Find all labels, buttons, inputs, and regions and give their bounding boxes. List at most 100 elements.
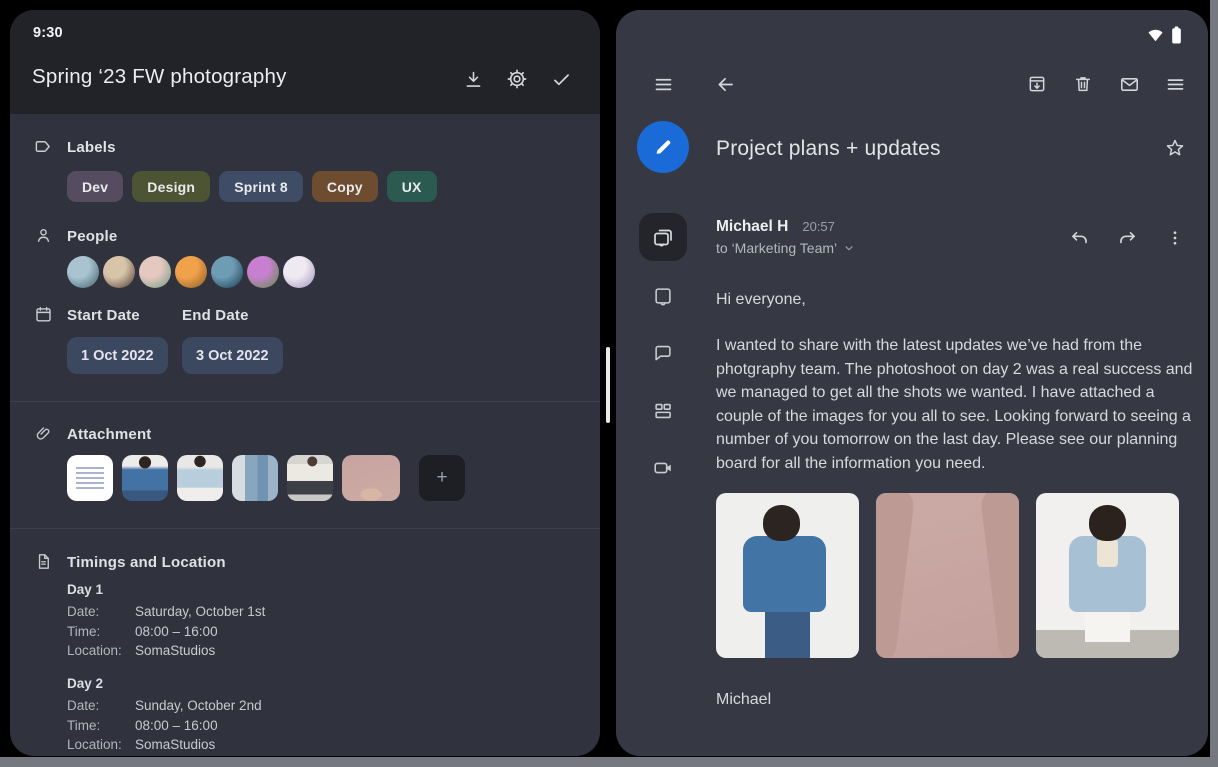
delete-icon[interactable] bbox=[1072, 73, 1094, 95]
message-actions bbox=[1068, 227, 1186, 249]
reply-icon[interactable] bbox=[1068, 227, 1090, 249]
lines-icon[interactable] bbox=[1164, 73, 1186, 95]
attachment-thumb-blue-blouse[interactable] bbox=[122, 455, 168, 501]
start-date-chip[interactable]: 1 Oct 2022 bbox=[67, 337, 168, 374]
attachment-thumb-pink-sweater[interactable] bbox=[342, 455, 400, 501]
document-icon bbox=[34, 552, 53, 571]
attachment-thumbs bbox=[67, 455, 400, 501]
label-icon bbox=[34, 137, 53, 156]
forward-icon[interactable] bbox=[1116, 227, 1138, 249]
attachment-thumb-seated-person[interactable] bbox=[287, 455, 333, 501]
avatar-member-3[interactable] bbox=[139, 256, 171, 288]
row-value: SomaStudios bbox=[135, 735, 215, 755]
day-1-block: Day 1 Date:Saturday, October 1st Time:08… bbox=[67, 582, 547, 661]
email-timestamp: 20:57 bbox=[802, 219, 835, 234]
task-detail-panel: 9:30 Spring ‘23 FW photography Labels De… bbox=[10, 10, 600, 756]
compose-button[interactable] bbox=[637, 121, 689, 173]
section-divider bbox=[10, 528, 600, 529]
day-name: Day 2 bbox=[67, 676, 547, 691]
recipient-toggle[interactable]: to ‘Marketing Team’ bbox=[716, 240, 855, 256]
row-label: Location: bbox=[67, 735, 135, 755]
back-arrow-icon[interactable] bbox=[714, 73, 736, 95]
sender-name: Michael H bbox=[716, 218, 788, 236]
day-2-block: Day 2 Date:Sunday, October 2nd Time:08:0… bbox=[67, 676, 547, 755]
rail-item-mail-selected[interactable] bbox=[639, 213, 687, 261]
email-signature: Michael bbox=[716, 691, 771, 709]
label-chip-dev[interactable]: Dev bbox=[67, 171, 123, 202]
meet-camera-icon bbox=[652, 457, 674, 479]
label-chip-ux[interactable]: UX bbox=[387, 171, 437, 202]
person-head bbox=[1089, 505, 1126, 541]
row-value: Saturday, October 1st bbox=[135, 602, 265, 622]
archive-icon[interactable] bbox=[1026, 73, 1048, 95]
screen: 9:30 Spring ‘23 FW photography Labels De… bbox=[0, 0, 1218, 767]
sleeve bbox=[876, 493, 915, 658]
inbox-icon bbox=[652, 285, 674, 307]
row-label: Location: bbox=[67, 641, 135, 661]
label-chip-sprint-8[interactable]: Sprint 8 bbox=[219, 171, 303, 202]
person-icon bbox=[34, 226, 53, 245]
avatar-member-2[interactable] bbox=[103, 256, 135, 288]
row-value: 08:00 – 16:00 bbox=[135, 716, 218, 736]
timings-section-title: Timings and Location bbox=[67, 554, 226, 571]
attachment-thumb-denim-detail[interactable] bbox=[232, 455, 278, 501]
check-icon[interactable] bbox=[550, 68, 572, 90]
labels-section-title: Labels bbox=[67, 139, 116, 156]
avatar-member-1[interactable] bbox=[67, 256, 99, 288]
section-divider bbox=[10, 401, 600, 402]
person-inner bbox=[1097, 539, 1117, 567]
end-date-label: End Date bbox=[182, 307, 249, 324]
attachment-thumb-light-shirt[interactable] bbox=[177, 455, 223, 501]
attachment-section-title: Attachment bbox=[67, 426, 152, 443]
end-date-chip[interactable]: 3 Oct 2022 bbox=[182, 337, 283, 374]
email-image-denim-shirt[interactable] bbox=[1036, 493, 1179, 658]
avatar-member-5[interactable] bbox=[211, 256, 243, 288]
page-title: Spring ‘23 FW photography bbox=[32, 65, 287, 89]
label-chip-row: Dev Design Sprint 8 Copy UX bbox=[67, 171, 437, 202]
email-subject: Project plans + updates bbox=[716, 137, 941, 161]
split-view-drag-handle[interactable] bbox=[606, 347, 610, 423]
attachment-thumb-document[interactable] bbox=[67, 455, 113, 501]
email-image-blue-wrap-top[interactable] bbox=[716, 493, 859, 658]
row-value: SomaStudios bbox=[135, 641, 215, 661]
row-label: Date: bbox=[67, 602, 135, 622]
rail-item-spaces[interactable] bbox=[652, 400, 674, 422]
people-avatars bbox=[67, 256, 315, 288]
start-date-label: Start Date bbox=[67, 307, 140, 324]
add-attachment-button[interactable]: + bbox=[419, 455, 465, 501]
rail-item-meet[interactable] bbox=[652, 457, 674, 479]
person-torso bbox=[743, 536, 826, 612]
calendar-icon bbox=[34, 305, 53, 324]
label-chip-copy[interactable]: Copy bbox=[312, 171, 378, 202]
settings-gear-icon[interactable] bbox=[506, 68, 528, 90]
menu-icon[interactable] bbox=[652, 73, 674, 95]
pencil-icon bbox=[652, 136, 674, 158]
document-lines bbox=[76, 467, 104, 491]
person-head bbox=[763, 505, 800, 541]
status-bar-icons bbox=[1147, 26, 1182, 44]
recipient-label: to ‘Marketing Team’ bbox=[716, 240, 837, 256]
wifi-icon bbox=[1147, 28, 1164, 43]
email-panel: Project plans + updates bbox=[616, 10, 1208, 756]
paperclip-icon bbox=[34, 424, 53, 443]
label-chip-design[interactable]: Design bbox=[132, 171, 210, 202]
download-icon[interactable] bbox=[462, 68, 484, 90]
window-edge-right bbox=[1210, 0, 1218, 767]
avatar-member-4[interactable] bbox=[175, 256, 207, 288]
avatar-member-7[interactable] bbox=[283, 256, 315, 288]
mail-icon[interactable] bbox=[1118, 73, 1140, 95]
mail-toolbar-right bbox=[1026, 73, 1186, 95]
mail-toolbar-left bbox=[652, 73, 736, 95]
task-header-actions bbox=[462, 68, 572, 90]
chat-icon bbox=[652, 342, 674, 364]
email-paragraph: I wanted to share with the latest update… bbox=[716, 334, 1200, 475]
rail-item-chat[interactable] bbox=[652, 342, 674, 364]
email-image-pink-sweater-closeup[interactable] bbox=[876, 493, 1019, 658]
more-options-icon[interactable] bbox=[1164, 227, 1186, 249]
row-value: Sunday, October 2nd bbox=[135, 696, 262, 716]
avatar-member-6[interactable] bbox=[247, 256, 279, 288]
sleeve bbox=[980, 493, 1019, 658]
battery-icon bbox=[1171, 26, 1182, 44]
rail-item-inbox[interactable] bbox=[652, 285, 674, 307]
star-icon[interactable] bbox=[1164, 137, 1186, 159]
